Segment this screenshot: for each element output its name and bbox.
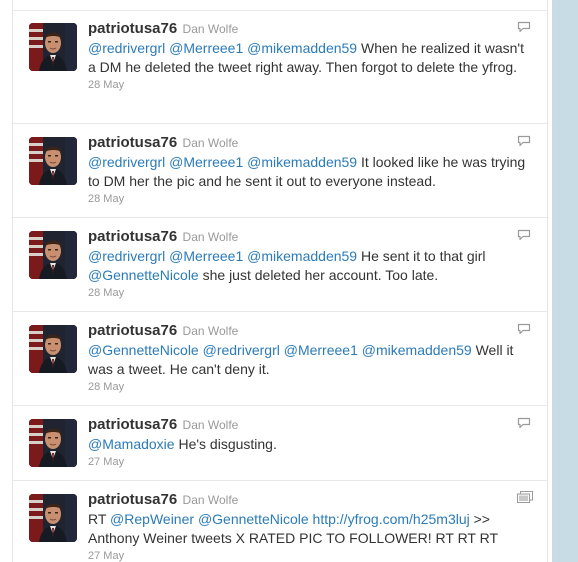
right-rail <box>552 0 578 562</box>
full-name[interactable]: Dan Wolfe <box>179 324 239 338</box>
tweet-header: patriotusa76 Dan Wolfe <box>88 490 533 510</box>
tweet-body: patriotusa76 Dan Wolfe RT @RepWeiner @Gen… <box>88 490 533 562</box>
reply-icon[interactable] <box>517 134 531 147</box>
tweet[interactable]: patriotusa76 Dan Wolfe @redrivergrl @Merr… <box>13 124 547 218</box>
timestamp[interactable]: 27 May <box>88 548 533 562</box>
tweet-body: patriotusa76 Dan Wolfe @Mamadoxie He's di… <box>88 415 533 470</box>
avatar[interactable] <box>29 231 77 279</box>
mention-link[interactable]: @GennetteNicole <box>88 267 199 283</box>
tweet-body: patriotusa76 Dan Wolfe @GennetteNicole @r… <box>88 321 533 395</box>
tweet-header: patriotusa76 Dan Wolfe <box>88 321 533 341</box>
screen-name[interactable]: patriotusa76 <box>88 228 177 245</box>
full-name[interactable]: Dan Wolfe <box>179 493 239 507</box>
reply-icon[interactable] <box>517 322 531 335</box>
tweet-text: RT @RepWeiner @GennetteNicole http://yfr… <box>88 510 533 548</box>
tweet-text-segment: she just deleted her account. Too late. <box>198 267 439 283</box>
reply-icon[interactable] <box>517 20 531 33</box>
tweet-text-segment: RT <box>88 511 111 527</box>
screen-name[interactable]: patriotusa76 <box>88 322 177 339</box>
mention-link[interactable]: @Merreee1 <box>169 248 243 264</box>
mention-link[interactable]: @redrivergrl <box>88 248 165 264</box>
timestamp[interactable]: 27 May <box>88 454 533 470</box>
reply-icon[interactable] <box>517 228 531 241</box>
timeline: patriotusa76 Dan Wolfe @redrivergrl @Merr… <box>12 0 548 562</box>
mention-link[interactable]: @Merreee1 <box>284 342 358 358</box>
screen-name[interactable]: patriotusa76 <box>88 416 177 433</box>
tweet-body: patriotusa76 Dan Wolfe @redrivergrl @Merr… <box>88 19 533 93</box>
mention-link[interactable]: @GennetteNicole <box>88 342 199 358</box>
mention-link[interactable]: @redrivergrl <box>88 40 165 56</box>
media-icon[interactable] <box>517 490 533 503</box>
tweet-header: patriotusa76 Dan Wolfe <box>88 227 533 247</box>
tweet-text: @Mamadoxie He's disgusting. <box>88 435 533 454</box>
screen-name[interactable]: patriotusa76 <box>88 134 177 151</box>
mention-link[interactable]: @mikemadden59 <box>362 342 472 358</box>
tweet[interactable]: patriotusa76 Dan Wolfe @redrivergrl @Merr… <box>13 218 547 312</box>
mention-link[interactable]: @redrivergrl <box>88 154 165 170</box>
tweet-text: @redrivergrl @Merreee1 @mikemadden59 It … <box>88 153 533 191</box>
tweet[interactable]: patriotusa76 Dan Wolfe @GennetteNicole @r… <box>13 312 547 406</box>
tweet[interactable]: patriotusa76 Dan Wolfe RT @RepWeiner @Gen… <box>13 481 547 562</box>
timestamp[interactable]: 28 May <box>88 285 533 301</box>
timestamp[interactable]: 28 May <box>88 77 533 93</box>
reply-icon[interactable] <box>517 416 531 429</box>
mention-link[interactable]: @GennetteNicole <box>198 511 309 527</box>
tweet[interactable]: patriotusa76 Dan Wolfe @Mamadoxie He's di… <box>13 406 547 481</box>
tweet-header: patriotusa76 Dan Wolfe <box>88 133 533 153</box>
mention-link[interactable]: @mikemadden59 <box>247 154 357 170</box>
avatar[interactable] <box>29 137 77 185</box>
url-link[interactable]: http://yfrog.com/h25m3luj <box>313 511 470 527</box>
tweet-text: @redrivergrl @Merreee1 @mikemadden59 Whe… <box>88 39 533 77</box>
screen-name[interactable]: patriotusa76 <box>88 491 177 508</box>
screen-name[interactable]: patriotusa76 <box>88 20 177 37</box>
timestamp[interactable]: 28 May <box>88 191 533 207</box>
tweet[interactable]: patriotusa76 Dan Wolfe @redrivergrl @Merr… <box>13 10 547 124</box>
avatar[interactable] <box>29 23 77 71</box>
mention-link[interactable]: @Merreee1 <box>169 154 243 170</box>
mention-link[interactable]: @redrivergrl <box>203 342 280 358</box>
tweet-header: patriotusa76 Dan Wolfe <box>88 415 533 435</box>
tweet-text: @redrivergrl @Merreee1 @mikemadden59 He … <box>88 247 533 285</box>
mention-link[interactable]: @mikemadden59 <box>247 248 357 264</box>
full-name[interactable]: Dan Wolfe <box>179 230 239 244</box>
mention-link[interactable]: @RepWeiner <box>110 511 194 527</box>
avatar[interactable] <box>29 494 77 542</box>
mention-link[interactable]: @Merreee1 <box>169 40 243 56</box>
full-name[interactable]: Dan Wolfe <box>179 136 239 150</box>
tweet-text: @GennetteNicole @redrivergrl @Merreee1 @… <box>88 341 533 379</box>
timestamp[interactable]: 28 May <box>88 379 533 395</box>
tweet-text-segment: He's disgusting. <box>174 436 277 452</box>
full-name[interactable]: Dan Wolfe <box>179 418 239 432</box>
avatar[interactable] <box>29 419 77 467</box>
tweet-header: patriotusa76 Dan Wolfe <box>88 19 533 39</box>
mention-link[interactable]: @mikemadden59 <box>247 40 357 56</box>
tweet-body: patriotusa76 Dan Wolfe @redrivergrl @Merr… <box>88 227 533 301</box>
mention-link[interactable]: @Mamadoxie <box>88 436 175 452</box>
tweet-text-segment: He sent it to that girl <box>357 248 486 264</box>
full-name[interactable]: Dan Wolfe <box>179 22 239 36</box>
tweet-body: patriotusa76 Dan Wolfe @redrivergrl @Merr… <box>88 133 533 207</box>
avatar[interactable] <box>29 325 77 373</box>
